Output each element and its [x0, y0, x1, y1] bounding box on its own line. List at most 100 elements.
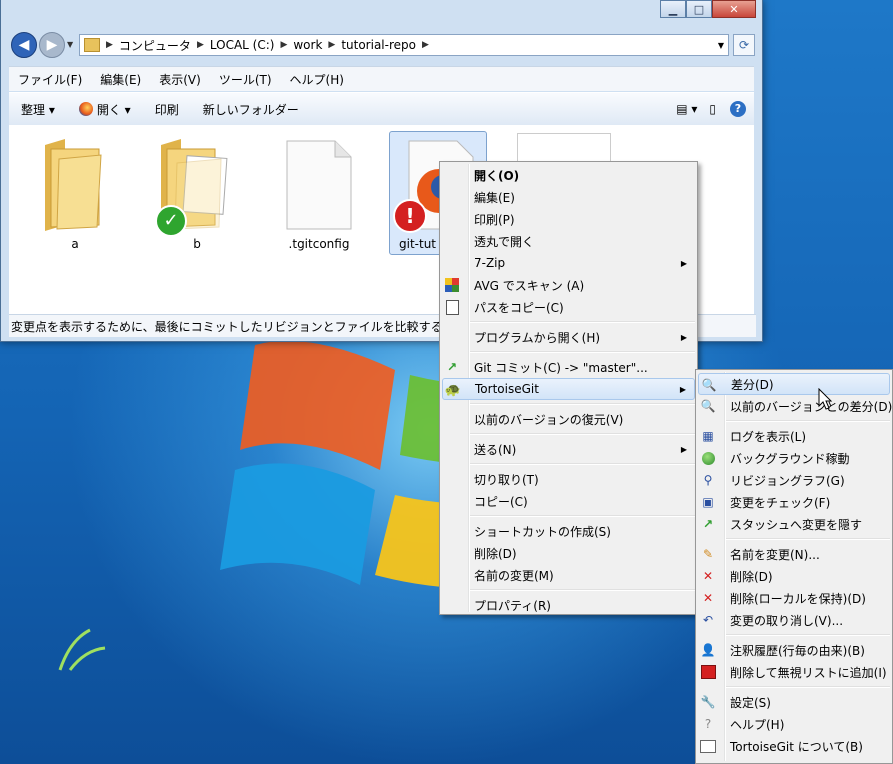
check-changes-icon: ▣	[702, 495, 714, 509]
tortoise_menu-item-変更をチェック[interactable]: ▣ 変更をチェック(F)	[698, 491, 890, 513]
address-bar[interactable]: ▶ コンピュータ ▶ LOCAL (C:) ▶ work ▶ tutorial-…	[79, 34, 729, 56]
context_menu-item-label: ショートカットの作成(S)	[474, 524, 611, 539]
context_menu-item-label: 削除(D)	[474, 546, 517, 561]
context_menu-item-label: プロパティ(R)	[474, 598, 551, 613]
context_menu-item-透丸で開く[interactable]: 透丸で開く	[442, 230, 695, 252]
revision-graph-icon: ⚲	[703, 473, 713, 487]
tortoise_menu-item-バックグラウンド稼動[interactable]: バックグラウンド稼動	[698, 447, 890, 469]
tortoise_menu-item-ヘルプ[interactable]: ? ヘルプ(H)	[698, 713, 890, 735]
address-dropdown-icon[interactable]: ▼	[718, 41, 724, 50]
context_menu-separator	[470, 589, 695, 591]
context_menu-item-label: 送る(N)	[474, 442, 517, 457]
address-row: ◀ ▶ ▼ ▶ コンピュータ ▶ LOCAL (C:) ▶ work ▶ tut…	[1, 28, 762, 64]
close-button[interactable]: ✕	[712, 0, 756, 18]
globe-icon	[700, 450, 716, 466]
context_menu-item-削除[interactable]: 削除(D)	[442, 542, 695, 564]
menu-file[interactable]: ファイル(F)	[9, 71, 91, 88]
tortoise_menu-item-注釈履歴[interactable]: 👤 注釈履歴(行毎の由来)(B)	[698, 639, 890, 661]
context_menu-item-7-zip[interactable]: 7-Zip ▶	[442, 252, 695, 274]
menu-help[interactable]: ヘルプ(H)	[281, 71, 353, 88]
menu-edit[interactable]: 編集(E)	[91, 71, 150, 88]
context_menu-item-開く[interactable]: 開く(O)	[442, 164, 695, 186]
context_menu-item-プログラムから開く[interactable]: プログラムから開く(H) ▶	[442, 326, 695, 348]
tortoise_menu-item-削除して無視リストに追加[interactable]: 削除して無視リストに追加(I)	[698, 661, 890, 683]
tortoise_menu-separator	[726, 420, 890, 422]
tortoise_menu-item-削除[interactable]: ✕ 削除(D)	[698, 565, 890, 587]
submenu-arrow-icon: ▶	[679, 384, 686, 394]
tortoise_menu-item-tortoisegit-について[interactable]: TortoiseGit について(B)	[698, 735, 890, 757]
breadcrumb-separator: ▶	[106, 40, 113, 50]
breadcrumb-work[interactable]: work	[289, 38, 326, 52]
print-button[interactable]: 印刷	[143, 101, 191, 118]
tortoise_menu-item-label: 設定(S)	[730, 695, 771, 710]
minimize-button[interactable]: ▁	[660, 0, 686, 18]
preview-pane-icon[interactable]: ▯	[703, 102, 722, 116]
breadcrumb-separator: ▶	[421, 40, 429, 50]
tortoise_menu-item-label: 変更の取り消し(V)...	[730, 613, 844, 628]
tortoise_menu-item-ログを表示[interactable]: ▦ ログを表示(L)	[698, 425, 890, 447]
tortoise_menu-item-label: 削除(D)	[730, 569, 773, 584]
help-icon[interactable]: ?	[722, 101, 754, 117]
blame-icon: 👤	[700, 643, 716, 657]
context_menu-item-コピー[interactable]: コピー(C)	[442, 490, 695, 512]
file-label: b	[193, 237, 201, 251]
menu-view[interactable]: 表示(V)	[150, 71, 210, 88]
tortoise_menu-item-以前のバージョンとの差分[interactable]: 🔍 以前のバージョンとの差分(D)	[698, 395, 893, 417]
delete-keep-icon: ✕	[702, 591, 714, 605]
tortoise_menu-separator	[726, 538, 890, 540]
context_menu-item-印刷[interactable]: 印刷(P)	[442, 208, 695, 230]
context_menu-separator	[470, 463, 695, 465]
breadcrumb-separator: ▶	[196, 40, 204, 50]
context_menu-item-以前のバージョンの復元[interactable]: 以前のバージョンの復元(V)	[442, 408, 695, 430]
context_menu-item-label: 開く(O)	[474, 168, 520, 183]
maximize-button[interactable]: □	[686, 0, 712, 18]
folder-icon	[45, 139, 102, 231]
view-options-icon[interactable]: ▤ ▾	[670, 102, 703, 116]
context_menu-item-label: TortoiseGit	[475, 382, 539, 396]
history-dropdown-icon[interactable]: ▼	[67, 40, 73, 49]
forward-button[interactable]: ▶	[39, 32, 65, 58]
context_menu-item-label: コピー(C)	[474, 494, 528, 509]
caption-buttons: ▁ □ ✕	[660, 0, 756, 20]
context_menu-item-avg-でスキャン[interactable]: AVG でスキャン (A)	[442, 274, 695, 296]
new-folder-button[interactable]: 新しいフォルダー	[191, 101, 311, 118]
back-button[interactable]: ◀	[11, 32, 37, 58]
context_menu-item-tortoisegit[interactable]: 🐢 TortoiseGit ▶	[442, 378, 695, 400]
tortoise_menu-item-label: 注釈履歴(行毎の由来)(B)	[730, 643, 865, 658]
file-label: .tgitconfig	[288, 237, 350, 251]
tortoise_menu-item-リビジョングラフ[interactable]: ⚲ リビジョングラフ(G)	[698, 469, 890, 491]
submenu-arrow-icon: ▶	[680, 444, 687, 454]
refresh-button[interactable]: ⟳	[733, 34, 755, 56]
firefox-icon	[78, 102, 93, 116]
organize-button[interactable]: 整理 ▾	[9, 101, 67, 118]
context_menu-item-プロパティ[interactable]: プロパティ(R)	[442, 594, 695, 616]
tortoise_menu-item-変更の取り消し[interactable]: ↶ 変更の取り消し(V)...	[698, 609, 890, 631]
context_menu-item-git-コミット-master[interactable]: ↗ Git コミット(C) -> "master"...	[442, 356, 695, 378]
context_menu-item-切り取り[interactable]: 切り取り(T)	[442, 468, 695, 490]
stash-icon: ↗	[702, 517, 714, 531]
breadcrumb-computer[interactable]: コンピュータ	[115, 37, 195, 54]
tortoise_menu-item-スタッシュへ変更を隠す[interactable]: ↗ スタッシュへ変更を隠す	[698, 513, 890, 535]
tortoise_menu-item-差分[interactable]: 🔍 差分(D)	[698, 373, 890, 395]
breadcrumb-separator: ▶	[280, 40, 288, 50]
tortoise_menu-item-名前を変更[interactable]: ✎ 名前を変更(N)...	[698, 543, 890, 565]
settings-icon: 🔧	[700, 695, 716, 709]
context_menu-separator	[470, 403, 695, 405]
copy-path-icon	[444, 299, 460, 315]
tortoise_menu-item-label: 削除して無視リストに追加(I)	[730, 665, 887, 680]
context_menu-item-パスをコピー[interactable]: パスをコピー(C)	[442, 296, 695, 318]
menu-tools[interactable]: ツール(T)	[210, 71, 281, 88]
tortoise_menu-item-削除[interactable]: ✕ 削除(ローカルを保持)(D)	[698, 587, 890, 609]
context_menu-item-編集[interactable]: 編集(E)	[442, 186, 695, 208]
context_menu-item-label: 透丸で開く	[474, 234, 535, 249]
tortoise_menu-item-label: TortoiseGit について(B)	[730, 739, 863, 754]
breadcrumb-drive[interactable]: LOCAL (C:)	[206, 38, 279, 52]
submenu-arrow-icon: ▶	[680, 258, 687, 268]
open-button[interactable]: 開く ▾	[67, 101, 143, 118]
breadcrumb-repo[interactable]: tutorial-repo	[337, 38, 420, 52]
tortoise_menu-item-設定[interactable]: 🔧 設定(S)	[698, 691, 890, 713]
tortoise_menu-item-label: 名前を変更(N)...	[730, 547, 820, 562]
context_menu-item-ショートカットの作成[interactable]: ショートカットの作成(S)	[442, 520, 695, 542]
context_menu-item-送る[interactable]: 送る(N) ▶	[442, 438, 695, 460]
context_menu-item-名前の変更[interactable]: 名前の変更(M)	[442, 564, 695, 586]
